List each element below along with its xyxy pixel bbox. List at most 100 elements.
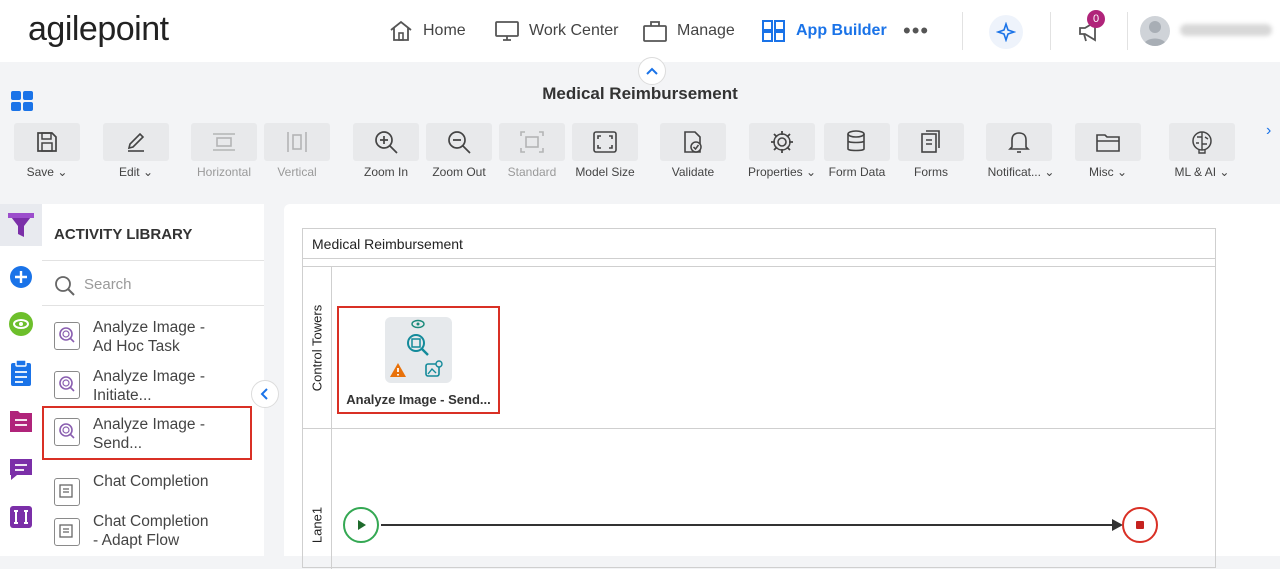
user-icon [1143,21,1167,46]
app-grid-icon [762,20,785,42]
nav-work-center-label: Work Center [529,22,619,39]
start-event[interactable] [343,507,379,543]
end-event[interactable] [1122,507,1158,543]
library-item-line1: Analyze Image - [93,368,205,385]
user-name-blurred[interactable] [1180,24,1272,36]
ml-ai-label[interactable]: ML & AI ⌄ [1165,165,1239,179]
form-data-button[interactable] [824,123,890,161]
save-icon [37,132,57,152]
pool[interactable]: Medical Reimbursement Control Towers Ana… [302,228,1216,569]
model-size-button[interactable] [572,123,638,161]
library-item-analyze-image-send[interactable]: Analyze Image - Send... [42,406,252,460]
rail-integration-button[interactable] [0,496,42,538]
vertical-button[interactable] [264,123,330,161]
collapse-library-button[interactable] [251,380,279,408]
brain-icon [1192,131,1212,154]
standard-button[interactable] [499,123,565,161]
chevron-up-icon [646,67,658,75]
pool-title[interactable]: Medical Reimbursement [303,229,1215,259]
misc-button[interactable] [1075,123,1141,161]
app-switcher-button[interactable] [10,90,34,117]
rail-documents-button[interactable] [0,400,42,442]
rail-ai-button[interactable] [0,303,42,345]
chat-icon [10,459,32,480]
misc-label[interactable]: Misc ⌄ [1075,165,1141,179]
analyze-image-icon [407,334,429,356]
activity-label: Analyze Image - Send... [346,392,491,407]
library-search-input[interactable] [84,271,254,297]
monitor-icon [495,21,519,41]
save-label[interactable]: Save ⌄ [14,165,80,179]
briefcase-icon [643,21,667,42]
horizontal-button[interactable] [191,123,257,161]
zoom-out-icon [448,131,471,154]
ml-ai-label-text: ML & AI [1174,165,1217,179]
more-menu-button[interactable]: ••• [903,18,929,44]
library-item-line1: Analyze Image - [93,319,205,336]
divider [962,12,963,50]
properties-button[interactable] [749,123,815,161]
tiles-icon [11,91,33,111]
collapse-header-button[interactable] [638,57,666,85]
library-item-line2: - Adapt Flow [93,532,180,549]
library-item-line2: Initiate... [93,387,152,404]
rail-tasks-button[interactable] [0,352,42,394]
assistant-button[interactable] [989,15,1023,49]
ribbon-toolbar: Save ⌄ Edit ⌄ Horizontal Vertical Zoom I… [0,118,1280,188]
properties-label[interactable]: Properties ⌄ [742,165,822,179]
edit-button[interactable] [103,123,169,161]
library-item-analyze-image-initiate[interactable]: Analyze Image - Initiate... [42,359,252,409]
sequence-flow[interactable] [381,524,1115,526]
chat-completion-icon [54,518,80,546]
lane-header[interactable]: Control Towers [303,267,332,428]
forms-button[interactable] [898,123,964,161]
nav-home[interactable]: Home [388,0,466,62]
toolbar-scroll-right-icon[interactable]: › [1266,122,1271,140]
library-item-analyze-image-ad-hoc-task[interactable]: Analyze Image - Ad Hoc Task [42,310,252,360]
rail-messages-button[interactable] [0,448,42,490]
library-item-label: Chat Completion [93,473,209,490]
document-icon [10,411,32,432]
library-item-line1: Chat Completion [93,513,209,530]
swimlane-lane1[interactable]: Lane1 [303,429,1215,569]
database-icon [847,130,865,152]
notifications-button[interactable] [986,123,1052,161]
integration-icon [10,506,32,528]
nvidia-icon [9,312,33,336]
bell-icon [1008,132,1030,153]
gear-icon [771,131,793,153]
zoom-out-label: Zoom Out [432,165,486,179]
properties-label-text: Properties [747,165,803,179]
zoom-in-label: Zoom In [363,165,408,179]
vertical-layout-icon [287,132,307,152]
zoom-out-button[interactable] [426,123,492,161]
activity-analyze-image-send[interactable]: Analyze Image - Send... [337,306,500,414]
analyze-image-icon [54,418,80,446]
nav-app-builder[interactable]: App Builder [761,0,887,62]
chevron-down-icon: ⌄ [142,165,154,179]
standard-label: Standard [507,165,557,179]
rail-add-button[interactable] [0,256,42,298]
swimlane-control-towers[interactable]: Control Towers Analyze Image - Send... [303,267,1215,429]
notifications-label[interactable]: Notificat... ⌄ [984,165,1058,179]
chevron-down-icon: ⌄ [1219,165,1230,179]
agilepoint-logo[interactable]: agilepoint [28,10,169,49]
validate-button[interactable] [660,123,726,161]
activity-card[interactable] [385,317,452,383]
library-item-label: Analyze Image - Send... [93,415,249,453]
process-canvas[interactable]: Medical Reimbursement Control Towers Ana… [284,204,1280,569]
library-item-chat-completion-adapt-flow[interactable]: Chat Completion - Adapt Flow [42,506,252,556]
user-avatar[interactable] [1140,16,1170,46]
save-button[interactable] [14,123,80,161]
nav-manage-label: Manage [677,22,735,39]
spark-icon [996,22,1016,42]
ml-ai-button[interactable] [1169,123,1235,161]
rail-filter-button[interactable] [0,204,42,246]
lane-label: Control Towers [309,304,325,391]
zoom-in-button[interactable] [353,123,419,161]
lane-header[interactable]: Lane1 [303,429,332,569]
nav-manage[interactable]: Manage [642,0,735,62]
nav-work-center[interactable]: Work Center [494,0,619,62]
pool-header-gap [303,259,1215,267]
edit-label[interactable]: Edit ⌄ [103,165,169,179]
